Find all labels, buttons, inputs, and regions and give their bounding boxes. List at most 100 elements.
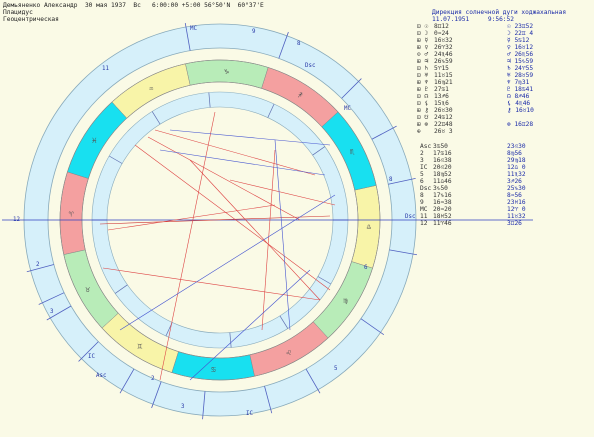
house-row[interactable]: 5 18♍52 11♏32 (420, 171, 594, 178)
planet-natal-position: 11♉15 (434, 72, 453, 79)
planet-row[interactable]: ⊡ ☽ 0♒24 ☽ 22♊ 4 (417, 30, 592, 37)
planet-row[interactable]: ⊡ ♄ 5♈15 ♄ 24♈55 (417, 65, 592, 72)
house-row[interactable]: 11 18♓52 11♉32 (420, 213, 594, 220)
house-row[interactable]: 2 17♋16 8♍56 (420, 150, 594, 157)
house-name: IC (420, 164, 428, 171)
directed-dsc-label: Dsc (405, 214, 415, 220)
house-name: 2 (420, 150, 424, 157)
house-row[interactable]: 3 16♌38 29♍18 (420, 157, 594, 164)
planet-row[interactable]: ⊞ ♀ 26♈32 ♀ 16♉12 (417, 44, 592, 51)
house-name: 6 (420, 178, 424, 185)
house-natal-cusp: 18♓52 (433, 213, 452, 220)
planet-row[interactable]: ⊞ ♆ 16♍21 ♆ 7♍31 (417, 79, 592, 86)
house-row[interactable]: Dsc 3♑50 25♑30 (420, 185, 594, 192)
zodiac-sign-glyph: ♉ (85, 285, 90, 294)
house-5-label: 5 (334, 366, 338, 372)
zodiac-sign-glyph: ♋ (211, 365, 216, 374)
house-natal-cusp: 3♋50 (433, 143, 448, 150)
house-3b-label: 3 (181, 404, 185, 410)
house-natal-cusp: 16♌38 (433, 157, 452, 164)
planet-directed-position: ☽ 22♊ 4 (507, 30, 534, 37)
house-row[interactable]: 12 11♈46 3♊26 (420, 220, 594, 227)
asc-label: Asc (96, 373, 106, 379)
planet-symbol: ⊞ ♃ (417, 58, 429, 65)
planet-natal-position: 27♋1 (434, 86, 449, 93)
planet-row[interactable]: ⊡ ♅ 11♉15 ♅ 28♉59 (417, 72, 592, 79)
house-directed-cusp: 8♒56 (507, 192, 522, 199)
planet-row[interactable]: ⊕ 26♉ 3 (417, 128, 592, 135)
house-natal-cusp: 16♒38 (433, 199, 452, 206)
natal-mc-label: MC (190, 26, 197, 32)
planet-natal-position: 24♋12 (434, 114, 453, 121)
house-3-label: 3 (50, 309, 54, 315)
zodiac-sign-glyph: ♓ (92, 136, 97, 145)
planet-row[interactable]: ⊡ ☉ 8♊12 ☉ 23♊52 (417, 23, 592, 30)
directed-mc-label: MC (344, 106, 351, 112)
planet-row[interactable]: ⊡ ☊ 13♐6 ☊ 8♐46 (417, 93, 592, 100)
house-directed-cusp: 3♐26 (507, 178, 522, 185)
planet-natal-position: 22♊48 (434, 121, 453, 128)
house-directed-cusp: 23♓16 (507, 199, 526, 206)
house-name: 12 (420, 220, 428, 227)
planet-symbol: ⊡ ♄ (417, 65, 429, 72)
planet-row[interactable]: ⊙ ♂ 24♏46 ♂ 26♏56 (417, 51, 592, 58)
house-directed-cusp: 11♉32 (507, 213, 526, 220)
planet-row[interactable]: ⊡ ☋ 24♋12 (417, 114, 592, 121)
house-natal-cusp: 17♑16 (433, 192, 452, 199)
house-row[interactable]: 8 17♑16 8♒56 (420, 192, 594, 199)
planet-symbol: ⊞ ⊗ (417, 121, 429, 128)
planet-natal-position: 13♐6 (434, 93, 449, 100)
planet-row[interactable]: ⊞ ☿ 16♉32 ☿ 5♋12 (417, 37, 592, 44)
house-natal-cusp: 20♌20 (433, 164, 452, 171)
zodiac-sign-glyph: ♊ (138, 342, 143, 351)
house-name: MC (420, 206, 428, 213)
zodiac-sign-glyph: ♎ (366, 222, 371, 231)
house-name: 9 (420, 199, 424, 206)
house-name: 8 (420, 192, 424, 199)
house-name: 11 (420, 213, 428, 220)
planet-natal-position: 16♍21 (434, 79, 453, 86)
planet-symbol: ⊡ ☉ (417, 23, 429, 30)
planet-natal-position: 5♈15 (434, 65, 449, 72)
planet-directed-position: ♅ 28♉59 (507, 72, 534, 79)
planet-row[interactable]: ⊞ ⚷ 26♉30 ⚷ 16♉10 (417, 107, 592, 114)
planet-row[interactable]: ⊞ ♃ 26♑59 ♃ 15♑59 (417, 58, 592, 65)
house-12-label: 12 (13, 217, 20, 223)
house-directed-cusp: 23♌30 (507, 143, 526, 150)
planet-symbol: ⊡ ☊ (417, 93, 429, 100)
planet-directed-position: ⚷ 16♉10 (507, 107, 534, 114)
planet-symbol: ⊡ ♅ (417, 72, 429, 79)
house-row[interactable]: IC 20♌20 12♎ 0 (420, 164, 594, 171)
planet-symbol: ⊞ ♀ (417, 44, 429, 51)
house-row[interactable]: 6 11♎46 3♐26 (420, 178, 594, 185)
zodiac-sign-glyph: ♈ (69, 210, 74, 219)
planet-row[interactable]: ⊞ ⊗ 22♊48 ⊗ 16♊28 (417, 121, 592, 128)
house-directed-cusp: 25♑30 (507, 185, 526, 192)
planet-directed-position: ☿ 5♋12 (507, 37, 530, 44)
house-name: Asc (420, 143, 432, 150)
house-natal-cusp: 17♋16 (433, 150, 452, 157)
planet-row[interactable]: ⊞ ♇ 27♋1 ♇ 18♋41 (417, 86, 592, 93)
direction-time: 9:56:52 (487, 16, 514, 23)
planet-symbol: ⊡ ⚸ (417, 100, 429, 107)
planet-symbol: ⊡ ☋ (417, 114, 429, 121)
house-natal-cusp: 18♍52 (433, 171, 452, 178)
planet-natal-position: 0♒24 (434, 30, 449, 37)
zodiac-sign-glyph: ♒ (149, 84, 154, 93)
zodiac-sign-glyph: ♑ (224, 67, 229, 76)
house-row[interactable]: 9 16♒38 23♓16 (420, 199, 594, 206)
house-row[interactable]: Asc 3♋50 23♌30 (420, 143, 594, 150)
house-11-label: 11 (102, 66, 109, 72)
planet-natal-position: 8♊12 (434, 23, 449, 30)
planet-natal-position: 26♉ 3 (434, 128, 453, 135)
house-row[interactable]: MC 20♒20 12♈ 0 (420, 206, 594, 213)
house-8-label: 8 (297, 41, 301, 47)
planet-natal-position: 26♈32 (434, 44, 453, 51)
zodiac-sign-glyph: ♌ (286, 348, 291, 357)
house-directed-cusp: 8♍56 (507, 150, 522, 157)
planet-row[interactable]: ⊡ ⚸ 15♏6 ⚸ 4♏46 (417, 100, 592, 107)
house-directed-cusp: 11♏32 (507, 171, 526, 178)
planet-directed-position: ⊗ 16♊28 (507, 121, 534, 128)
directions-date-time: 11.07.1951 9:56:52 (432, 16, 514, 23)
zodiac-sign-glyph: ♏ (350, 147, 355, 156)
